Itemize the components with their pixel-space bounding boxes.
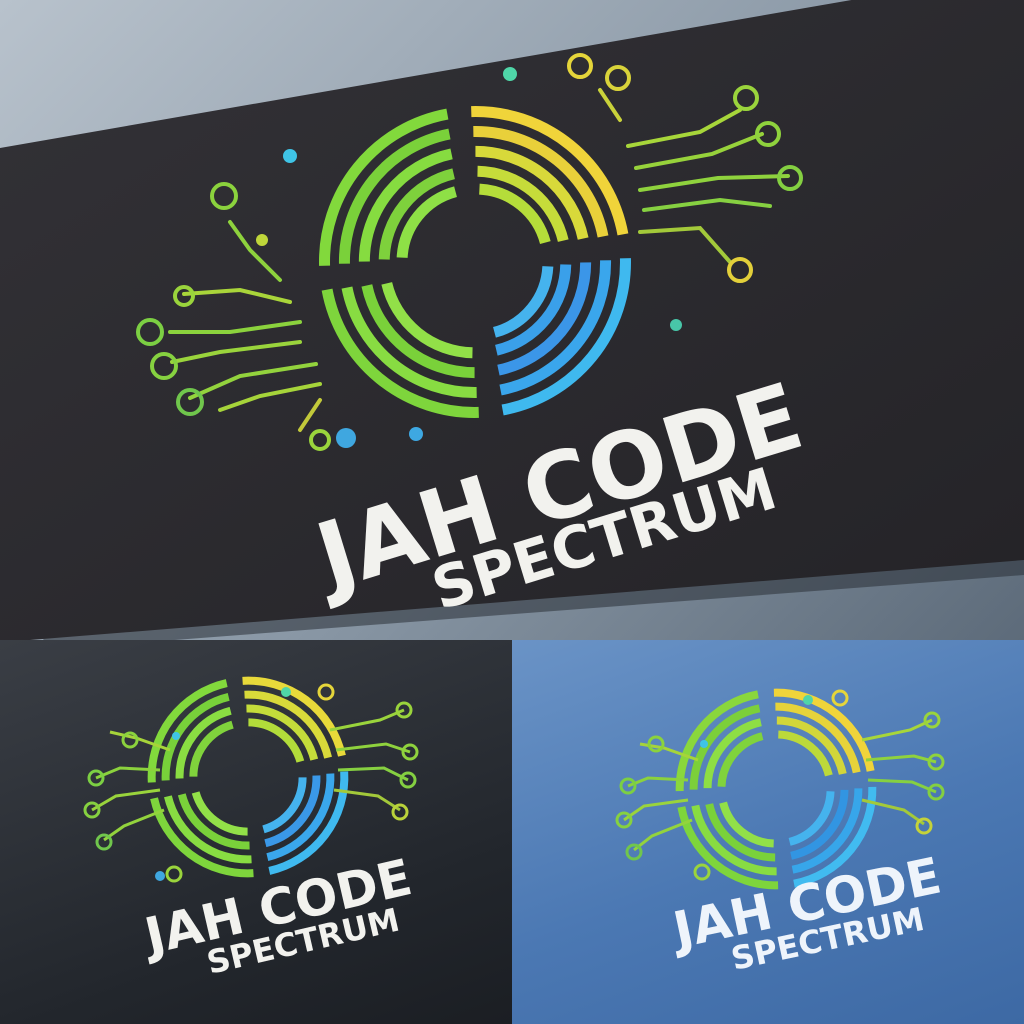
- logo-emblem-small-blue: [675, 688, 877, 890]
- blue-panel-mockup: JAH CODE SPECTRUM: [512, 640, 1024, 1024]
- blue-panel-scene: JAH CODE SPECTRUM: [615, 688, 946, 978]
- circuit-traces-dark: [83, 683, 419, 883]
- business-card-scene: JAH CODE SPECTRUM: [0, 0, 1024, 640]
- dark-panel-scene: JAH CODE SPECTRUM: [83, 676, 419, 982]
- dark-panel-mockup: JAH CODE SPECTRUM: [0, 640, 512, 1024]
- logo-emblem-small-dark: [147, 676, 349, 878]
- top-mockup-panel: JAH CODE SPECTRUM: [0, 0, 1024, 640]
